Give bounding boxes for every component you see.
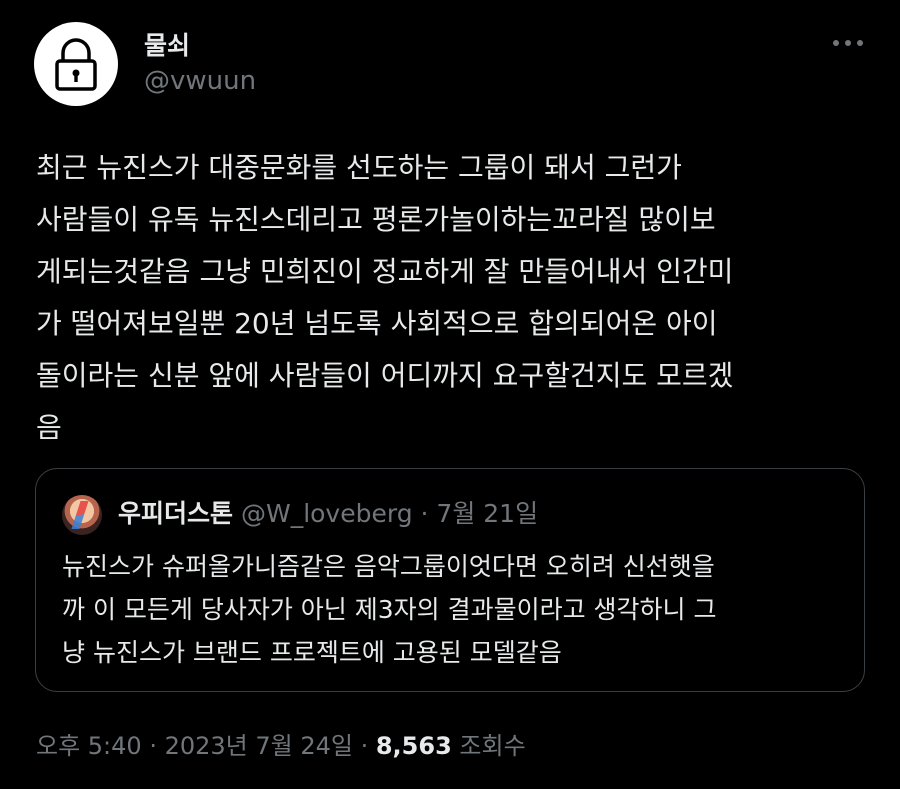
footer-separator: ·	[352, 732, 376, 760]
quoted-tweet[interactable]: 우피더스톤 @W_loveberg · 7월 21일 뉴진스가 슈퍼올가니즘같은…	[35, 468, 865, 692]
footer-separator: ·	[141, 732, 165, 760]
quote-separator: ·	[412, 499, 437, 528]
quote-author-handle: @W_loveberg	[240, 499, 413, 528]
views-count[interactable]: 8,563	[376, 732, 452, 760]
tweet-time[interactable]: 오후 5:40	[36, 732, 142, 760]
views-label: 조회수	[451, 732, 526, 760]
quote-author-display-name: 우피더스톤	[118, 499, 234, 528]
quote-text: 뉴진스가 슈퍼올가니즘같은 음악그룹이엇다면 오히려 신선햇을 까 이 모든게 …	[62, 552, 717, 667]
quote-author-avatar	[62, 495, 102, 535]
author-display-name[interactable]: 물쇠	[144, 26, 190, 62]
quote-header: 우피더스톤 @W_loveberg · 7월 21일	[118, 497, 538, 531]
tweet-date[interactable]: 2023년 7월 24일	[165, 732, 353, 760]
tweet-text: 최근 뉴진스가 대중문화를 선도하는 그룹이 돼서 그런가 사람들이 유독 뉴진…	[36, 151, 734, 444]
more-horizontal-icon	[833, 40, 863, 46]
more-options-button[interactable]	[826, 26, 870, 60]
author-avatar[interactable]	[34, 22, 118, 106]
tweet-footer: 오후 5:40 · 2023년 7월 24일 · 8,563 조회수	[36, 728, 526, 764]
lock-icon	[55, 38, 97, 91]
author-handle[interactable]: @vwuun	[144, 66, 256, 96]
quote-date: 7월 21일	[436, 499, 539, 528]
